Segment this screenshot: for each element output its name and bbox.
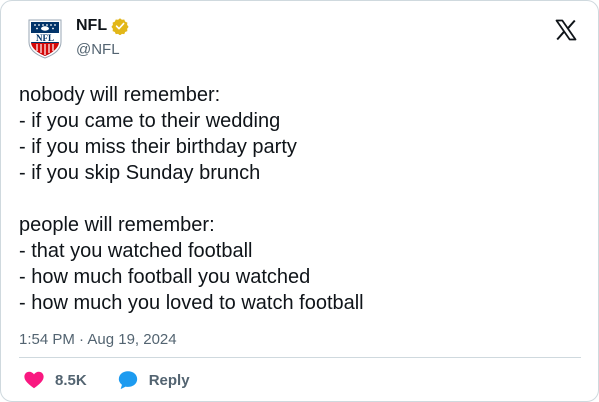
reply-bubble-icon	[118, 371, 137, 390]
author-display-name[interactable]: NFL	[76, 17, 107, 35]
like-button[interactable]: 8.5K	[23, 369, 87, 391]
tweet-text: nobody will remember: - if you came to t…	[19, 82, 579, 316]
svg-text:NFL: NFL	[36, 33, 54, 43]
author-handle[interactable]: @NFL	[76, 41, 120, 58]
tweet-line: - if you skip Sunday brunch	[19, 162, 261, 184]
reply-label: Reply	[148, 371, 190, 389]
tweet-line: - how much football you watched	[19, 266, 311, 288]
tweet-line: nobody will remember:	[19, 84, 221, 106]
verified-badge-icon[interactable]	[111, 17, 129, 35]
x-logo-icon[interactable]	[554, 18, 578, 42]
heart-icon	[24, 371, 44, 389]
tweet-line: people will remember:	[19, 214, 215, 236]
tweet-line: - if you miss their birthday party	[19, 136, 297, 158]
author-name-row: NFL	[76, 17, 129, 35]
divider	[19, 357, 581, 358]
nfl-shield-logo[interactable]: NFL	[23, 16, 67, 60]
tweet-actions: 8.5K Reply	[23, 369, 190, 391]
reply-button[interactable]: Reply	[117, 369, 190, 391]
tweet-timestamp[interactable]: 1:54 PM · Aug 19, 2024	[19, 331, 177, 348]
tweet-line: - that you watched football	[19, 240, 253, 262]
tweet-line: - how much you loved to watch football	[19, 292, 364, 314]
tweet-line: - if you came to their wedding	[19, 110, 281, 132]
like-count: 8.5K	[55, 371, 87, 389]
tweet-card: NFL NFL @NFL nobody will remember: - if …	[0, 0, 599, 402]
